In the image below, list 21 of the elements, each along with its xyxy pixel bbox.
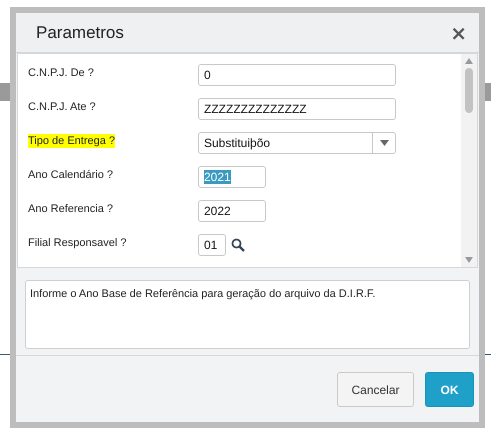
cancel-button[interactable]: Cancelar bbox=[337, 372, 414, 407]
parameter-label: Filial Responsavel ? bbox=[28, 236, 126, 250]
parameter-label: C.N.P.J. Ate ? bbox=[28, 100, 96, 114]
input-field[interactable]: ZZZZZZZZZZZZZZ bbox=[198, 98, 396, 120]
select-field[interactable]: Substituiþõo bbox=[198, 132, 396, 154]
input-field[interactable]: 2022 bbox=[198, 200, 266, 222]
parameter-label: Tipo de Entrega ? bbox=[28, 134, 116, 148]
scroll-down-icon[interactable] bbox=[465, 257, 473, 263]
scrollbar[interactable] bbox=[461, 54, 477, 267]
parameter-label: C.N.P.J. De ? bbox=[28, 66, 94, 80]
scroll-thumb[interactable] bbox=[465, 68, 473, 113]
input-field[interactable]: 0 bbox=[198, 64, 396, 86]
parameter-label: Ano Calendário ? bbox=[28, 168, 114, 182]
close-button[interactable]: × bbox=[448, 22, 469, 42]
help-text: Informe o Ano Base de Referência para geração do arquivo da D.I.R.F. bbox=[25, 280, 470, 349]
parameter-label: Ano Referencia ? bbox=[28, 202, 113, 216]
search-icon[interactable] bbox=[231, 238, 245, 252]
input-field[interactable]: 01 bbox=[198, 234, 226, 256]
caret-icon bbox=[380, 140, 388, 146]
scroll-up-icon[interactable] bbox=[465, 58, 473, 64]
dialog-title: Parametros bbox=[36, 22, 124, 42]
